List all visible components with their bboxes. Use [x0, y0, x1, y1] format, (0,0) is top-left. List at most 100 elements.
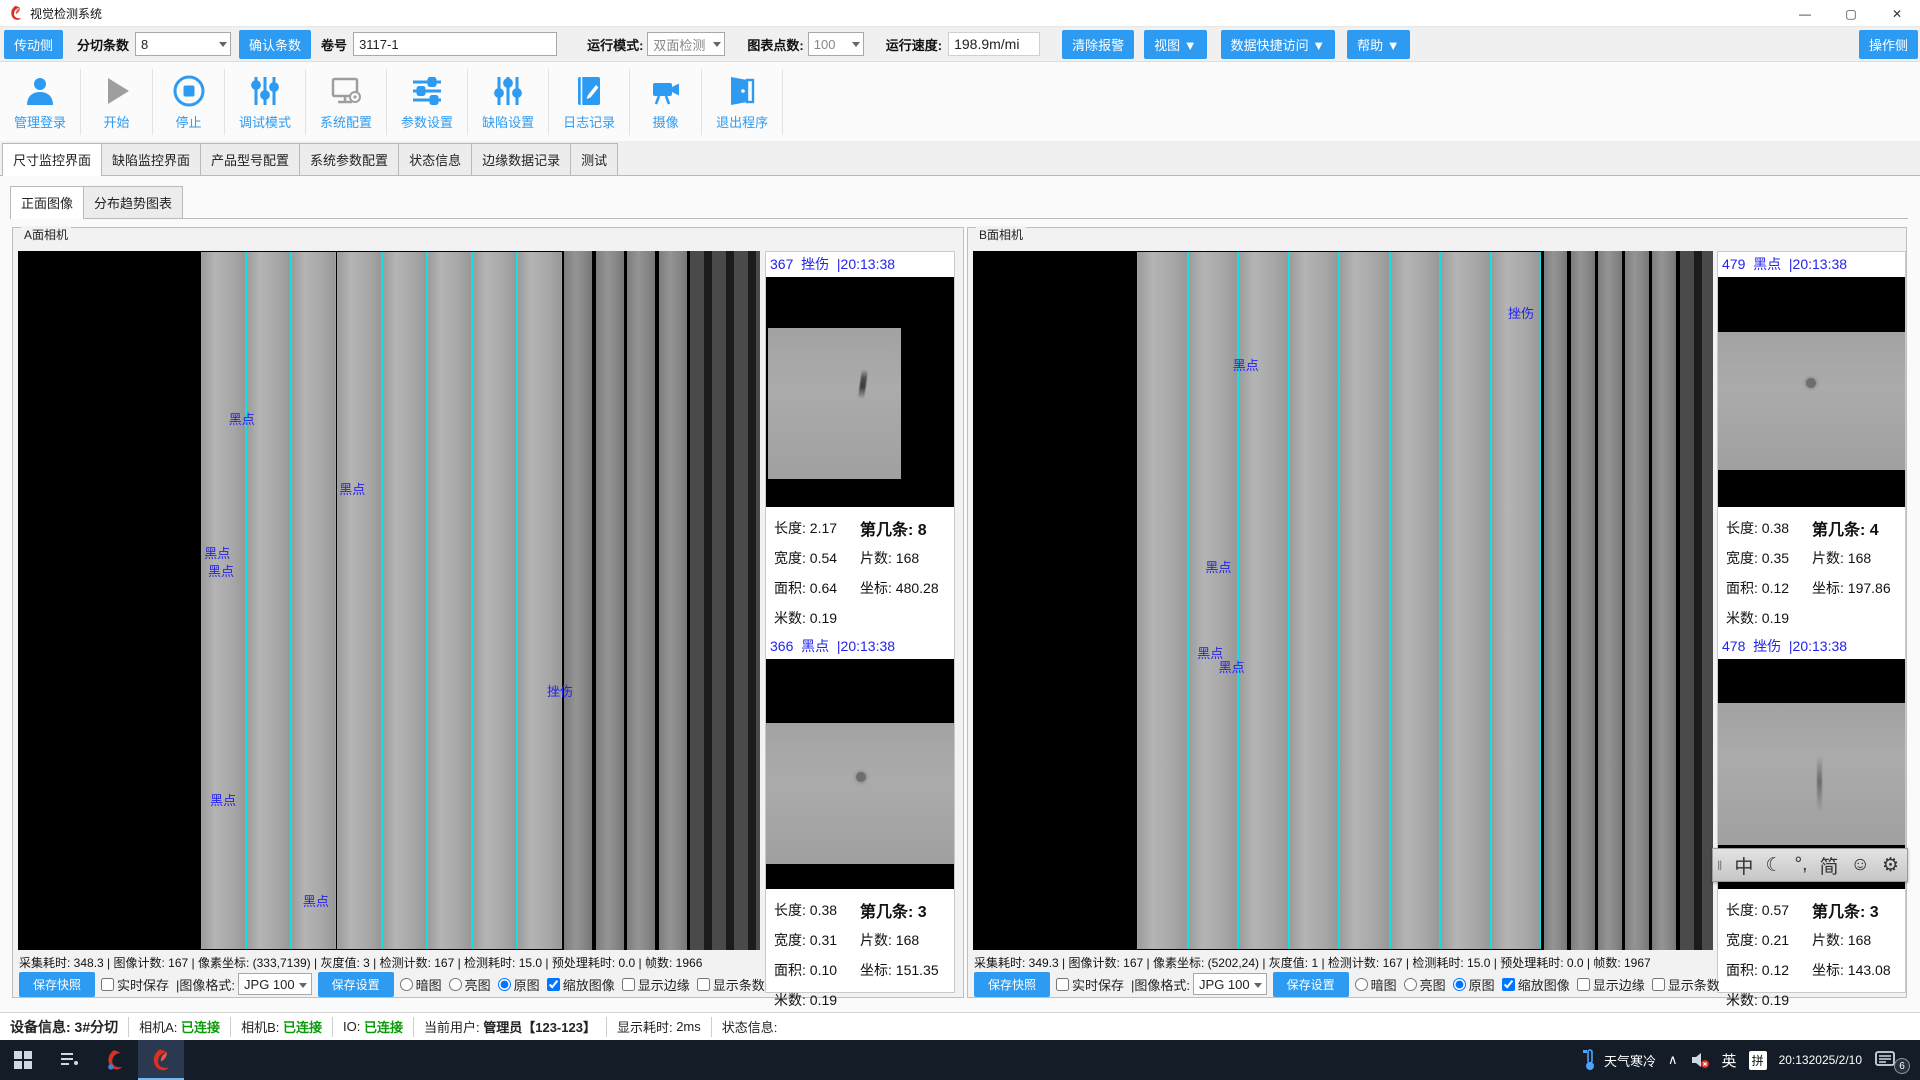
defect-card[interactable]: 366 黑点 |20:13:38 长度: 0.38 第几条: 3 宽度: 0.3… [766, 634, 954, 1015]
taskbar-notes-app[interactable] [46, 1040, 92, 1080]
show-strips-checkbox[interactable]: 显示条数 [697, 975, 765, 994]
defect-card[interactable]: 367 挫伤 |20:13:38 长度: 2.17 第几条: 8 宽度: 0.5… [766, 252, 954, 633]
tab-size-monitor[interactable]: 尺寸监控界面 [2, 143, 102, 176]
clear-alarm-button[interactable]: 清除报警 [1062, 30, 1134, 59]
volume-muted-button[interactable] [1690, 1051, 1710, 1069]
start-button[interactable] [0, 1040, 46, 1080]
action-center-button[interactable]: 6 [1874, 1050, 1908, 1070]
ime-punctuation-mode[interactable]: °, [1795, 854, 1808, 876]
radio-icon[interactable] [449, 978, 462, 991]
tab-product-model-config[interactable]: 产品型号配置 [200, 143, 300, 175]
image-format-dropdown[interactable]: JPG 100 [238, 973, 312, 995]
checkbox-icon[interactable] [1652, 978, 1665, 991]
checkbox-icon[interactable] [622, 978, 635, 991]
original-image-radio[interactable]: 原图 [498, 975, 540, 994]
smiley-icon[interactable]: ☺ [1851, 854, 1870, 876]
ime-simplified-mode[interactable]: 简 [1819, 852, 1838, 879]
bright-image-radio[interactable]: 亮图 [449, 975, 491, 994]
ime-language-en[interactable]: 英 [1722, 1050, 1737, 1071]
dark-image-radio[interactable]: 暗图 [400, 975, 442, 994]
radio-icon[interactable] [1355, 978, 1368, 991]
exit-program-button[interactable]: 退出程序 [702, 69, 783, 135]
save-settings-button[interactable]: 保存设置 [1273, 972, 1349, 997]
zoom-image-checkbox[interactable]: 缩放图像 [1502, 975, 1570, 994]
meters-value: 0.19 [1762, 610, 1789, 626]
checkbox-icon[interactable] [1577, 978, 1590, 991]
taskbar-clock[interactable]: 20:13 2025/2/10 [1779, 1053, 1862, 1067]
tab-system-param-config[interactable]: 系统参数配置 [299, 143, 399, 175]
radio-icon[interactable] [1404, 978, 1417, 991]
start-button[interactable]: 开始 [81, 69, 153, 135]
icon-label: 停止 [176, 112, 202, 131]
realtime-save-checkbox[interactable]: 实时保存 [1056, 975, 1124, 994]
camera-a-image[interactable]: 黑点黑点黑点黑点挫伤黑点黑点 [18, 251, 760, 950]
run-mode-dropdown[interactable]: 双面检测 [647, 32, 725, 56]
capture-button[interactable]: 摄像 [630, 69, 702, 135]
ime-language-bar[interactable]: ‖ 中 ☾ °, 简 ☺ ⚙ [1712, 848, 1908, 882]
close-button[interactable]: ✕ [1874, 0, 1920, 27]
moon-icon[interactable]: ☾ [1765, 854, 1782, 877]
camera-b-image[interactable]: 挫伤黑点黑点黑点黑点 [973, 251, 1713, 950]
chart-points-dropdown[interactable]: 100 [808, 32, 864, 56]
area-value: 0.10 [810, 962, 837, 978]
radio-icon[interactable] [1453, 978, 1466, 991]
view-menu-button[interactable]: 视图 ▼ [1144, 30, 1206, 59]
tab-front-image[interactable]: 正面图像 [10, 186, 84, 219]
strip-count-dropdown[interactable]: 8 [135, 32, 231, 56]
taskbar-active-app-icon[interactable] [138, 1040, 184, 1080]
ime-pinyin-indicator[interactable]: 拼 [1749, 1051, 1767, 1070]
image-format-value: JPG 100 [1199, 977, 1250, 992]
dark-image-radio[interactable]: 暗图 [1355, 975, 1397, 994]
realtime-save-checkbox[interactable]: 实时保存 [101, 975, 169, 994]
param-settings-button[interactable]: 参数设置 [387, 69, 468, 135]
checkbox-icon[interactable] [547, 978, 560, 991]
realtime-save-label: 实时保存 [117, 975, 169, 994]
tab-status-info[interactable]: 状态信息 [398, 143, 472, 175]
checkbox-icon[interactable] [101, 978, 114, 991]
bright-image-radio[interactable]: 亮图 [1404, 975, 1446, 994]
login-button[interactable]: 管理登录 [0, 69, 81, 135]
show-edge-checkbox[interactable]: 显示边缘 [622, 975, 690, 994]
radio-icon[interactable] [498, 978, 511, 991]
original-image-radio[interactable]: 原图 [1453, 975, 1495, 994]
defect-card[interactable]: 479 黑点 |20:13:38 长度: 0.38 第几条: 4 宽度: 0.3… [1718, 252, 1905, 633]
show-edge-checkbox[interactable]: 显示边缘 [1577, 975, 1645, 994]
minimize-button[interactable]: — [1782, 0, 1828, 27]
zoom-image-checkbox[interactable]: 缩放图像 [547, 975, 615, 994]
defect-settings-button[interactable]: 缺陷设置 [468, 69, 549, 135]
checkbox-icon[interactable] [1502, 978, 1515, 991]
coord-value: 480.28 [896, 580, 939, 596]
tab-defect-monitor[interactable]: 缺陷监控界面 [101, 143, 201, 175]
tab-edge-data-record[interactable]: 边缘数据记录 [471, 143, 571, 175]
system-config-button[interactable]: 系统配置 [306, 69, 387, 135]
tab-test[interactable]: 测试 [570, 143, 618, 175]
checkbox-icon[interactable] [697, 978, 710, 991]
hidden-icons-chevron[interactable]: ∧ [1668, 1052, 1678, 1068]
radio-icon[interactable] [400, 978, 413, 991]
image-format-dropdown[interactable]: JPG 100 [1193, 973, 1267, 995]
log-record-button[interactable]: 日志记录 [549, 69, 630, 135]
show-strips-checkbox[interactable]: 显示条数 [1652, 975, 1720, 994]
save-settings-button[interactable]: 保存设置 [318, 972, 394, 997]
taskbar-app-icon[interactable] [92, 1040, 138, 1080]
drive-side-button[interactable]: 传动侧 [4, 30, 63, 59]
stop-button[interactable]: 停止 [153, 69, 225, 135]
defect-overlay-label: 黑点 [1233, 355, 1259, 374]
image-band [1598, 251, 1622, 950]
ime-grip-handle[interactable]: ‖ [1717, 858, 1722, 873]
data-quick-access-button[interactable]: 数据快捷访问 ▼ [1221, 30, 1335, 59]
tab-trend-chart[interactable]: 分布趋势图表 [83, 186, 183, 218]
confirm-count-button[interactable]: 确认条数 [239, 30, 311, 59]
operator-side-button[interactable]: 操作侧 [1859, 30, 1918, 59]
defect-card[interactable]: 478 挫伤 |20:13:38 长度: 0.57 第几条: 3 宽度: 0.2… [1718, 634, 1905, 1015]
help-menu-button[interactable]: 帮助 ▼ [1347, 30, 1409, 59]
gear-icon[interactable]: ⚙ [1882, 854, 1899, 877]
roll-number-input[interactable]: 3117-1 [353, 32, 557, 56]
ime-chinese-mode[interactable]: 中 [1734, 852, 1753, 879]
save-snapshot-button[interactable]: 保存快照 [974, 972, 1050, 997]
debug-mode-button[interactable]: 调试模式 [225, 69, 306, 135]
save-snapshot-button[interactable]: 保存快照 [19, 972, 95, 997]
maximize-button[interactable]: ▢ [1828, 0, 1874, 27]
checkbox-icon[interactable] [1056, 978, 1069, 991]
weather-widget[interactable]: 天气寒冷 [1582, 1048, 1656, 1072]
